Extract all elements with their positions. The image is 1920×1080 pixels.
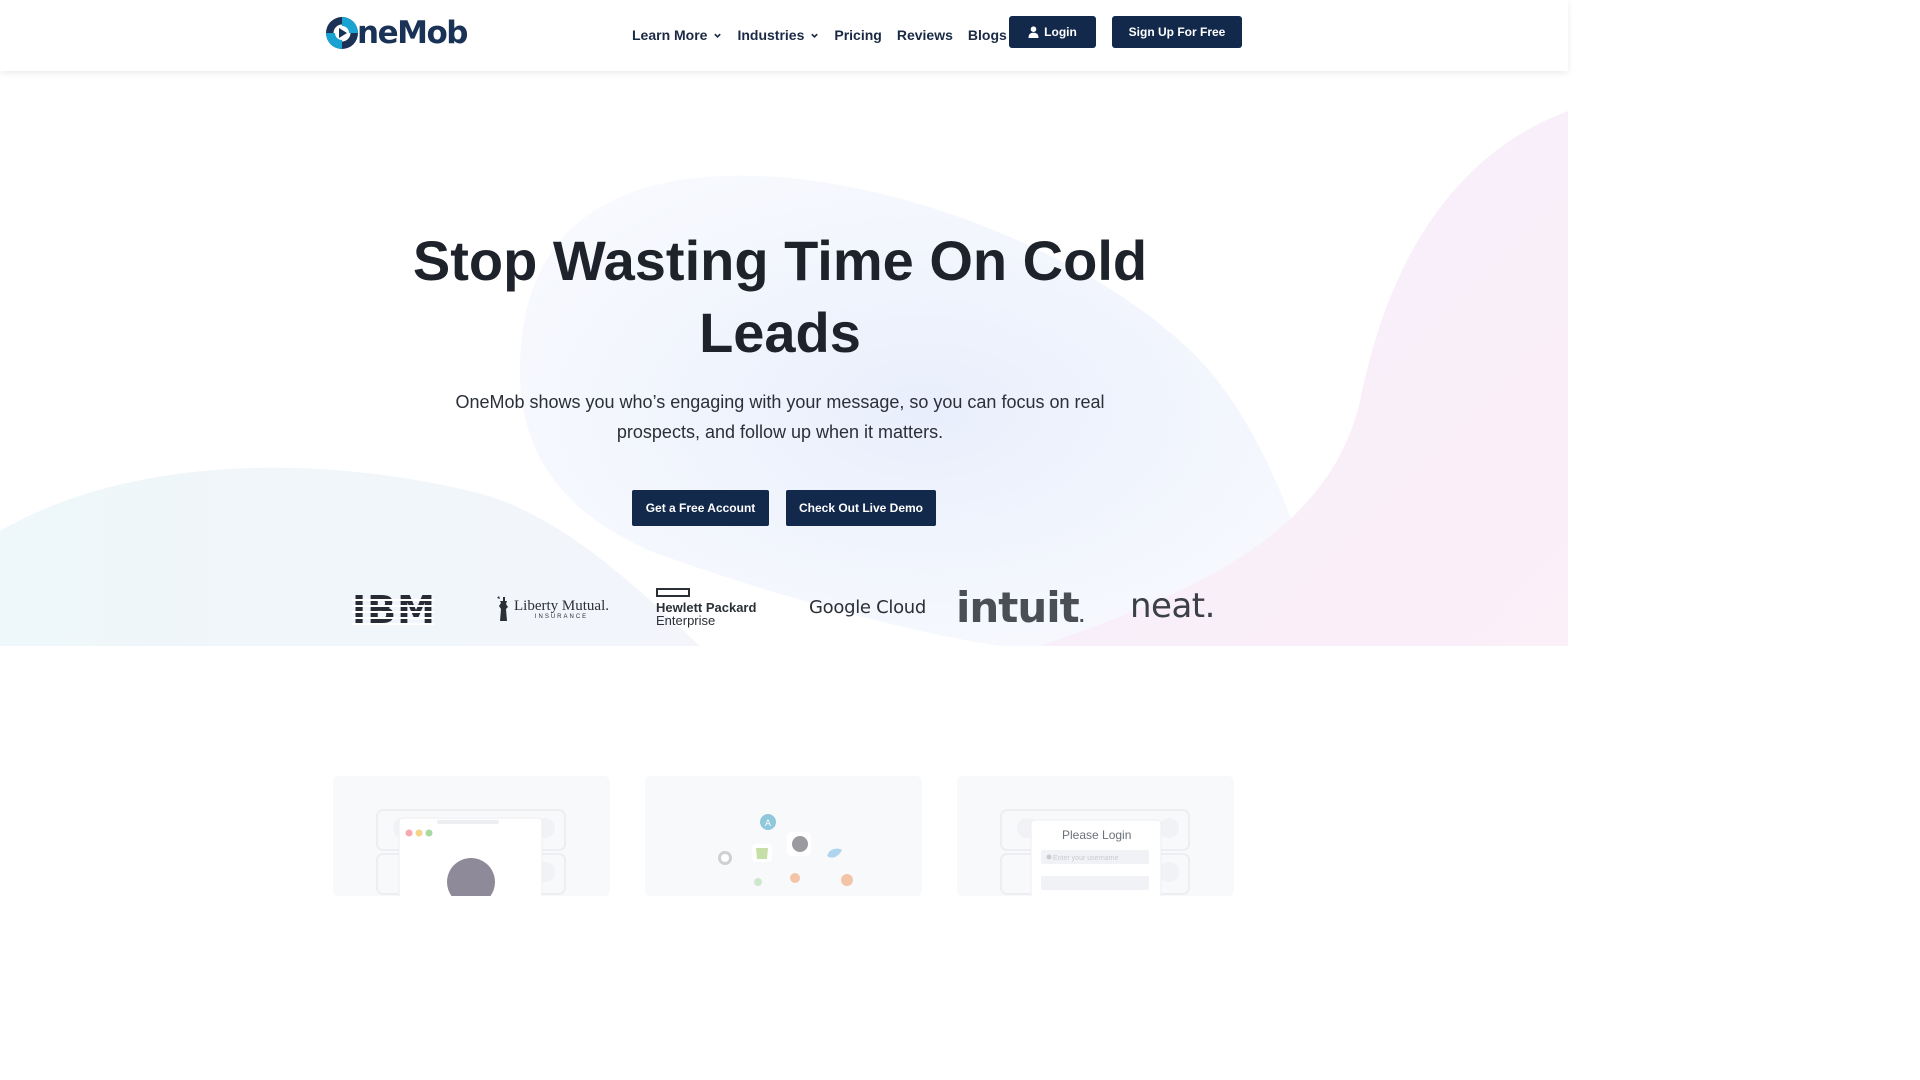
zapier-icon — [841, 874, 853, 886]
hpe-logo: Hewlett Packard Enterprise — [656, 588, 756, 628]
onemob-logo[interactable]: neMob — [325, 14, 468, 52]
liberty-mutual-name: Liberty Mutual. — [514, 598, 609, 614]
hero-subtitle: OneMob shows you who’s engaging with you… — [455, 392, 1105, 442]
signup-button[interactable]: Sign Up For Free — [1112, 16, 1242, 48]
nav-industries-label: Industries — [737, 27, 805, 43]
nav-reviews-label: Reviews — [896, 27, 953, 43]
nav-blogs[interactable]: Blogs — [968, 25, 1007, 45]
integrations-illustration: A — [718, 814, 853, 886]
chevron-down-icon — [811, 33, 819, 38]
login-button-label: Login — [1044, 25, 1077, 39]
nav-pricing[interactable]: Pricing — [834, 25, 881, 45]
statue-of-liberty-icon — [497, 596, 508, 621]
login-button[interactable]: Login — [1009, 16, 1096, 48]
site-header: neMob Learn More Industries Pricing Revi… — [0, 0, 1568, 71]
get-free-account-label: Get a Free Account — [645, 501, 756, 515]
feature-card-integrations: A — [645, 776, 922, 896]
feature-card-video — [333, 776, 610, 906]
signup-button-label: Sign Up For Free — [1128, 25, 1226, 39]
neat-logo: neat. — [1130, 586, 1215, 626]
hubspot-icon — [790, 873, 800, 883]
hpe-line2: Enterprise — [656, 613, 716, 628]
user-icon — [1028, 26, 1039, 38]
video-illustration — [376, 809, 566, 906]
intuit-dot: . — [1078, 607, 1085, 626]
card-login-title: Please Login — [1062, 828, 1132, 842]
login-username-placeholder: Enter your username — [1053, 855, 1118, 862]
logo-wordmark: neMob — [357, 15, 468, 51]
nav-pricing-label: Pricing — [834, 27, 882, 43]
hpe-element-icon — [656, 588, 690, 597]
get-free-account-button[interactable]: Get a Free Account — [632, 490, 769, 526]
nav-learn-more-label: Learn More — [632, 27, 708, 43]
nav-reviews[interactable]: Reviews — [897, 25, 953, 45]
shopify-icon — [756, 848, 768, 859]
google-cloud-logo: Google Cloud — [809, 597, 927, 618]
chevron-down-icon — [714, 33, 722, 38]
intuit-wordmark: intuit — [956, 583, 1080, 632]
intuit-logo: intuit. — [956, 583, 1085, 639]
hero-title: Stop Wasting Time On Cold Leads — [412, 229, 1148, 364]
onemob-logo-icon — [326, 17, 358, 49]
liberty-mutual-logo: Liberty Mutual. INSURANCE — [494, 595, 609, 623]
user-icon — [1046, 854, 1052, 860]
ibm-logo: IBM — [352, 588, 436, 632]
svg-text:A: A — [765, 819, 772, 829]
customer-logos: IBM Liberty Mutual. INSURANCE Hewlett Pa… — [0, 580, 1568, 640]
twitter-icon — [827, 848, 842, 858]
nav-learn-more[interactable]: Learn More — [632, 25, 722, 45]
nav-blogs-label: Blogs — [967, 27, 1007, 43]
live-demo-button[interactable]: Check Out Live Demo — [786, 490, 936, 526]
liberty-mutual-insurance: INSURANCE — [534, 614, 589, 620]
nav-industries[interactable]: Industries — [737, 25, 819, 45]
main-nav: Learn More Industries Pricing Reviews Bl… — [632, 25, 1022, 45]
live-demo-label: Check Out Live Demo — [798, 501, 924, 515]
mailchimp-icon — [792, 836, 808, 852]
